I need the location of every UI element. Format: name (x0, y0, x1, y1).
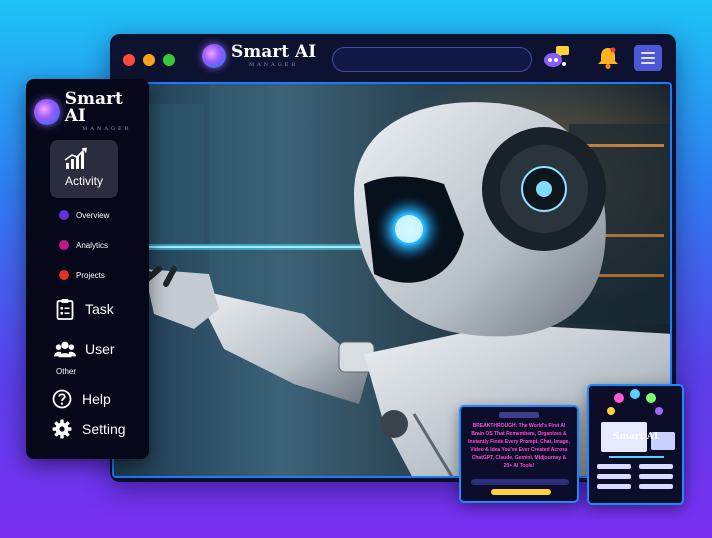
promo-row (639, 474, 673, 479)
sidebar-subitem-analytics[interactable]: Analytics (59, 240, 108, 250)
promo-row (597, 474, 631, 479)
promo-card-title: Smart AI (613, 432, 659, 442)
users-icon (54, 338, 76, 360)
bell-icon[interactable] (594, 45, 622, 71)
promo-card-product: Smart AI (587, 384, 684, 505)
chat-bot-icon[interactable] (542, 45, 570, 71)
brain-logo-icon (202, 44, 226, 68)
promo-cta-bar (491, 489, 551, 495)
sidebar-item-user-label: User (85, 341, 115, 357)
sidebar-subitem-label: Projects (76, 270, 105, 280)
sidebar-item-task-label: Task (85, 301, 114, 317)
sidebar-item-help[interactable]: Help (51, 388, 111, 410)
brand-title: Smart AI (231, 42, 317, 62)
gear-icon (51, 418, 73, 440)
brain-logo-icon (34, 98, 60, 125)
promo-row (597, 464, 631, 469)
clipboard-icon (54, 298, 76, 320)
header-logo: Smart AI MANAGER (202, 44, 316, 68)
sidebar-item-user[interactable]: User (54, 338, 115, 360)
close-window-button[interactable] (123, 54, 135, 66)
sidebar-subitem-label: Analytics (76, 240, 109, 250)
promo-card-headline: BREAKTHROUGH: The World's First AI Brain… (459, 405, 579, 503)
sidebar-item-setting[interactable]: Setting (51, 418, 126, 440)
bullet-icon (59, 240, 69, 250)
chart-icon (63, 147, 89, 176)
sidebar-item-activity-label: Activity (64, 174, 103, 188)
promo-row (597, 484, 631, 489)
sidebar: Smart AI MANAGER Activity Overview Analy… (26, 79, 149, 459)
search-input[interactable] (332, 47, 532, 72)
bullet-icon (59, 270, 69, 280)
sidebar-item-activity[interactable]: Activity (50, 140, 118, 198)
sidebar-brand-title: Smart AI (64, 89, 123, 126)
sidebar-item-setting-label: Setting (82, 421, 126, 437)
sidebar-item-help-label: Help (82, 391, 111, 407)
promo-bar (471, 479, 569, 485)
promo-row (639, 484, 673, 489)
sidebar-subitem-label: Overview (76, 210, 110, 220)
promo-row (639, 464, 673, 469)
sidebar-brand-subtitle: MANAGER (82, 126, 132, 132)
menu-icon[interactable] (634, 45, 662, 71)
maximize-window-button[interactable] (163, 54, 175, 66)
promo-headline: BREAKTHROUGH: The World's First AI Brain… (468, 423, 570, 469)
bullet-icon (59, 210, 69, 220)
sidebar-subitem-projects[interactable]: Projects (59, 270, 105, 280)
sidebar-item-task[interactable]: Task (54, 298, 114, 320)
promo-card-logo (499, 412, 539, 418)
window-titlebar: Smart AI MANAGER (110, 34, 676, 82)
help-icon (51, 388, 73, 410)
sidebar-logo: Smart AI MANAGER (34, 91, 149, 132)
sidebar-section-other: Other (56, 367, 77, 376)
sidebar-subitem-overview[interactable]: Overview (59, 210, 109, 220)
minimize-window-button[interactable] (143, 54, 155, 66)
brand-subtitle: MANAGER (249, 62, 299, 68)
